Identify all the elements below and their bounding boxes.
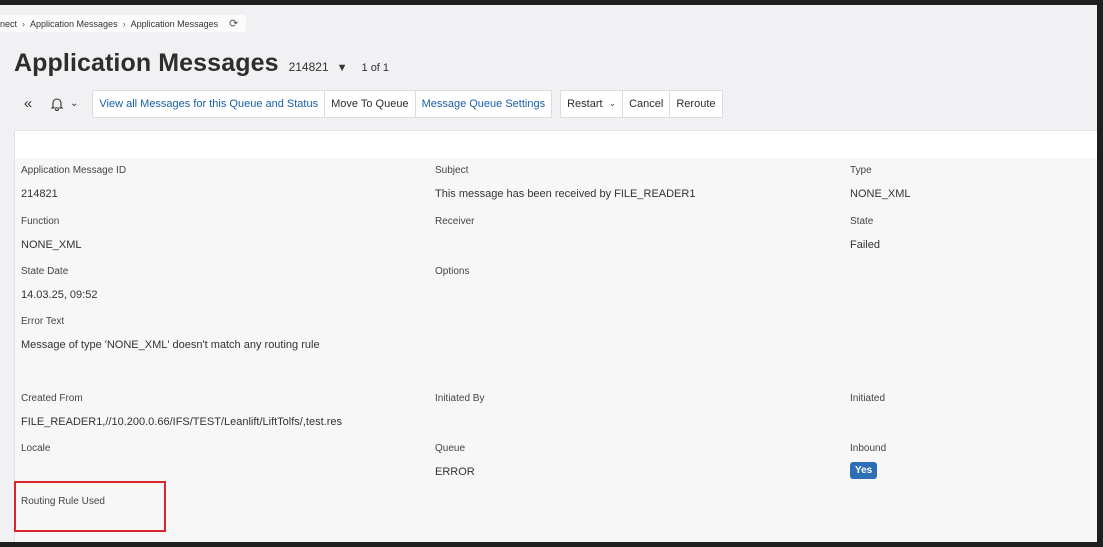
field-label: Subject [435,165,469,176]
message-queue-settings-button[interactable]: Message Queue Settings [415,90,552,117]
record-selector[interactable]: 214821 [289,60,329,74]
field-label: Receiver [435,216,475,227]
field-value: 14.03.25, 09:52 [21,289,98,301]
field-value: ERROR [435,466,475,478]
field-value: NONE_XML [21,239,82,251]
field-options: Options [435,266,469,289]
field-value: FILE_READER1,//10.200.0.66/IFS/TEST/Lean… [21,416,342,428]
field-label: Queue [435,443,466,454]
breadcrumb-separator-icon: › [122,18,126,29]
field-state: State Failed [850,216,880,251]
caret-down-icon[interactable]: ▼ [337,62,348,74]
breadcrumb-item-current[interactable]: Application Messages [131,19,219,29]
page-title: Application Messages [14,49,279,77]
field-inbound: Inbound Yes [850,443,886,479]
field-created-from: Created From FILE_READER1,//10.200.0.66/… [21,393,342,428]
field-value: 214821 [21,188,58,200]
title-row: Application Messages 214821 ▼ 1 of 1 [14,49,389,78]
chevron-down-icon[interactable]: ⌄ [70,98,78,109]
cancel-button[interactable]: Cancel [623,90,671,117]
field-state-date: State Date 14.03.25, 09:52 [21,266,97,301]
restart-button[interactable]: Restart ⌄ [561,90,624,117]
state-button-group: Restart ⌄ Cancel Reroute [560,89,723,118]
message-details-card: Application Message ID 214821 Subject Th… [14,130,1097,542]
refresh-icon[interactable]: ⟳ [229,17,238,30]
field-value: Message of type 'NONE_XML' doesn't match… [21,339,320,351]
field-label: Locale [21,443,51,454]
field-application-message-id: Application Message ID 214821 [21,165,126,200]
breadcrumb-separator-icon: › [22,18,26,29]
field-type: Type NONE_XML [850,165,911,200]
field-receiver: Receiver [435,216,474,239]
field-initiated: Initiated [850,393,885,416]
field-initiated-by: Initiated By [435,393,484,416]
toolbar: « ⌄ View all Messages for this Queue and… [14,89,723,118]
field-label: Application Message ID [21,165,127,176]
field-label: Options [435,266,470,277]
field-label: Function [21,216,60,227]
field-label: Inbound [850,443,887,454]
restart-label: Restart [567,97,603,110]
routing-rule-highlight-box [14,481,166,532]
field-label: Error Text [21,316,65,327]
inbound-yes-badge: Yes [850,462,878,479]
reroute-button[interactable]: Reroute [670,90,722,117]
action-button-group: View all Messages for this Queue and Sta… [92,89,553,118]
collapse-icon[interactable]: « [14,95,42,112]
bell-icon[interactable] [50,97,64,111]
field-label: Created From [21,393,83,404]
move-to-queue-button[interactable]: Move To Queue [325,90,416,117]
breadcrumb-item-application-messages[interactable]: Application Messages [30,19,118,29]
page: nect › Application Messages › Applicatio… [0,5,1097,542]
field-label: State [850,216,874,227]
field-label: Initiated By [435,393,485,404]
field-error-text: Error Text Message of type 'NONE_XML' do… [21,316,320,351]
breadcrumb-item-connect[interactable]: nect [0,19,17,29]
chevron-down-icon: ⌄ [608,98,617,108]
pager: 1 of 1 [361,62,390,74]
field-locale: Locale [21,443,50,466]
field-label: Type [850,165,872,176]
field-label: Initiated [850,393,886,404]
field-subject: Subject This message has been received b… [435,165,695,200]
field-value: Failed [850,239,880,251]
field-label: State Date [21,266,69,277]
field-function: Function NONE_XML [21,216,82,251]
breadcrumb: nect › Application Messages › Applicatio… [0,15,247,32]
card-header-strip [15,131,1097,158]
field-value: This message has been received by FILE_R… [435,188,696,200]
field-queue: Queue ERROR [435,443,475,478]
field-value: NONE_XML [850,188,911,200]
view-all-messages-button[interactable]: View all Messages for this Queue and Sta… [93,90,326,117]
